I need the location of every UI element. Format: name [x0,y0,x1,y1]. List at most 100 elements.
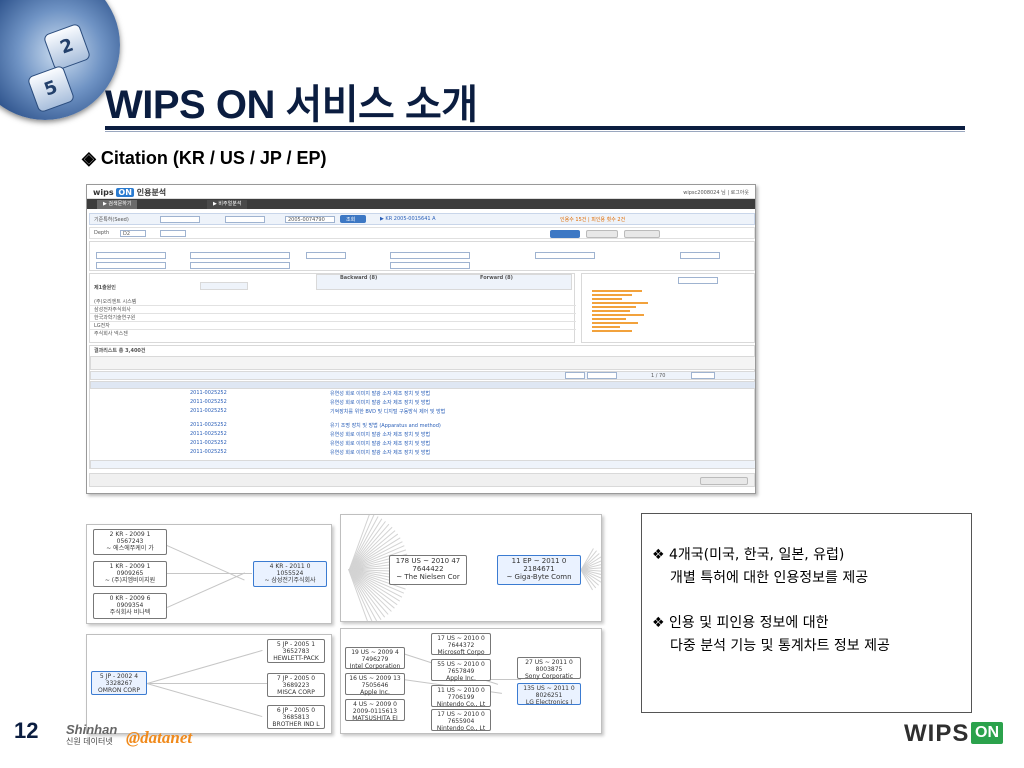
filter-input-2[interactable] [190,262,290,269]
node-backward-count: 19 [351,649,359,656]
filter-panel [89,241,755,271]
edge-line [146,683,263,718]
tab-search[interactable]: ▶ 검색문하기 [97,200,138,209]
seed-node[interactable]: 4 KR - 2011 0 1055524 ~ 삼성전기주식회사 [253,561,327,587]
tab-visual[interactable]: ▶ 비주얼분석 [207,200,248,209]
table-row[interactable]: 2011-0025252 유연성 회로 이미지 발광 소자 제조 장치 및 방법 [90,431,755,440]
citation-node[interactable]: 16 US ~ 2009 13 7505646 Apple Inc. [345,673,405,696]
filter-select-1[interactable] [96,252,166,259]
citation-node[interactable]: 6 JP - 2005 0 3685813 BROTHER IND L [267,705,325,729]
depth-select-2[interactable] [160,230,186,237]
operator-select[interactable] [306,252,346,259]
page-input[interactable] [587,372,617,379]
backward-input[interactable] [390,252,470,259]
node-patent-number: 0909265 [116,570,144,577]
node-patent-number: 8026251 [535,692,563,699]
node-backward-count: 11 [511,557,521,565]
reset-button[interactable] [586,230,618,238]
search-button[interactable]: 조회 [340,215,366,223]
options-button[interactable] [624,230,660,238]
table-row[interactable]: 2011-0025252 유연성 회로 이미지 발광 소자 제조 장치 및 방법 [90,440,755,449]
node-backward-count: 178 [395,557,410,565]
node-backward-count: 55 [437,661,445,668]
patent-title[interactable]: 유기 조명 장치 및 방법 (Apparatus and method) [330,422,441,429]
citation-node[interactable]: 17 US ~ 2010 0 7655904 Nintendo Co., Lt [431,709,491,732]
view-chart-button[interactable] [200,282,248,290]
node-country-year: US ~ 2009 [358,701,392,708]
citation-node[interactable]: 11 US ~ 2010 0 7706199 Nintendo Co., Lt [431,685,491,708]
table-row[interactable]: 2011-0025252 유기 조명 장치 및 방법 (Apparatus and… [90,422,755,431]
citation-node[interactable]: 19 US ~ 2009 4 7496279 Intel Corporation [345,647,405,670]
patent-title[interactable]: 기억장치를 위한 BVD 및 디지털 구동방식 제어 및 방법 [330,408,445,415]
chart-select[interactable] [678,277,718,284]
seed-node[interactable]: 11 EP ~ 2011 0 2184671 ~ Giga-Byte Comn [497,555,581,585]
chart-bar [592,302,648,304]
next-button[interactable] [691,372,715,379]
patent-number[interactable]: 2011-0025252 [190,408,227,414]
node-owner: Apple Inc. [446,675,476,682]
table-row[interactable]: 2011-0025252 기억장치를 위한 BVD 및 디지털 구동방식 제어 및… [90,408,755,422]
patent-title[interactable]: 유연성 회로 이미지 발광 소자 제조 장치 및 방법 [330,431,430,438]
country-select[interactable] [160,216,200,223]
filter-select-2[interactable] [96,262,166,269]
node-owner: LG Electronics I [525,699,573,706]
citation-node[interactable]: 27 US ~ 2011 0 8003875 Sony Corporatic [517,657,581,680]
node-country-year: JP - 2005 [282,707,310,714]
citation-node[interactable]: 1 KR - 2009 1 0909265 ~ (주)지엠비이지원 [93,561,167,587]
seed-input[interactable]: 2005-0074790 [285,216,335,223]
node-backward-count: 1 [109,563,114,570]
citation-node[interactable]: 7 JP - 2005 0 3689223 MISCA CORP [267,673,325,697]
citation-node[interactable]: 0 KR - 2009 6 0909354 주식회사 비나텍 [93,593,167,619]
table-row[interactable]: 2011-0025252 유연성 회로 이미지 발광 소자 제조 장치 및 방법 [90,399,755,408]
node-patent-number: 0909354 [116,602,144,609]
bullet-line: ❖ 4개국(미국, 한국, 일본, 유럽) [652,547,845,563]
patent-number[interactable]: 2011-0025252 [190,431,227,437]
patent-number[interactable]: 2011-0025252 [190,449,227,455]
node-patent-number: 2184671 [523,565,555,573]
node-header: 5 JP - 2005 1 [270,641,322,648]
node-owner: HEWLETT-PACK [273,655,319,662]
edge-line [147,649,263,684]
forward-input[interactable] [390,262,470,269]
node-owner: Intel Corporation [349,663,401,670]
seed-node[interactable]: 135 US ~ 2011 0 8026251 LG Electronics I [517,683,581,706]
depth-select[interactable]: D2 [120,230,146,237]
filter-input-1[interactable] [190,252,290,259]
node-owner: ~ Giga-Byte Comn [506,573,572,581]
company-row: (주)오리엔트 시스템 [94,299,137,305]
node-owner: Microsoft Corpo [437,649,485,656]
citation-node[interactable]: 17 US ~ 2010 0 7644372 Microsoft Corpo [431,633,491,656]
prev-button[interactable] [565,372,585,379]
patent-title[interactable]: 유연성 회로 이미지 발광 소자 제조 장치 및 방법 [330,440,430,447]
citation-node[interactable]: 55 US ~ 2010 0 7657849 Apple Inc. [431,659,491,682]
node-header: 11 EP ~ 2011 0 [500,557,578,565]
patent-number[interactable]: 2011-0025252 [190,422,227,428]
download-button[interactable] [700,477,748,485]
patent-number[interactable]: 2011-0025252 [190,390,227,396]
node-patent-number: 0567243 [116,538,144,545]
citation-node[interactable]: 5 JP - 2005 1 3652783 HEWLETT-PACK [267,639,325,663]
citation-node[interactable]: 4 US ~ 2009 0 2009-0115613 MATSUSHITA EI [345,699,405,722]
type-select[interactable] [225,216,265,223]
patent-number[interactable]: 2011-0025252 [190,399,227,405]
node-backward-count: 4 [353,701,357,708]
patent-title[interactable]: 유연성 회로 이미지 발광 소자 제조 장치 및 방법 [330,399,430,406]
sort-select[interactable] [535,252,595,259]
node-owner: ~ 삼성전기주식회사 [264,577,316,584]
patent-title[interactable]: 유연성 회로 이미지 발광 소자 제조 장치 및 방법 [330,449,430,456]
seed-node[interactable]: 5 JP - 2002 4 3328267 OMRON CORP [91,671,147,695]
citation-node[interactable]: 178 US ~ 2010 47 7644422 ~ The Nielsen C… [389,555,467,585]
patent-title[interactable]: 유연성 회로 이미지 발광 소자 제조 장치 및 방법 [330,390,430,397]
min-input[interactable] [680,252,720,259]
node-backward-count: 17 [437,711,445,718]
node-backward-count: 7 [276,675,281,682]
node-backward-count: 16 [349,675,357,682]
table-row[interactable]: 2011-0025252 유연성 회로 이미지 발광 소자 제조 장치 및 방법 [90,449,755,458]
node-forward-count: 1 [311,641,316,648]
node-forward-count: 0 [311,707,316,714]
apply-button[interactable] [550,230,580,238]
edge-line [167,572,246,608]
table-row[interactable]: 2011-0025252 유연성 회로 이미지 발광 소자 제조 장치 및 방법 [90,390,755,399]
citation-node[interactable]: 2 KR - 2009 1 0567243 ~ 에스에쭈케이 가 [93,529,167,555]
patent-number[interactable]: 2011-0025252 [190,440,227,446]
